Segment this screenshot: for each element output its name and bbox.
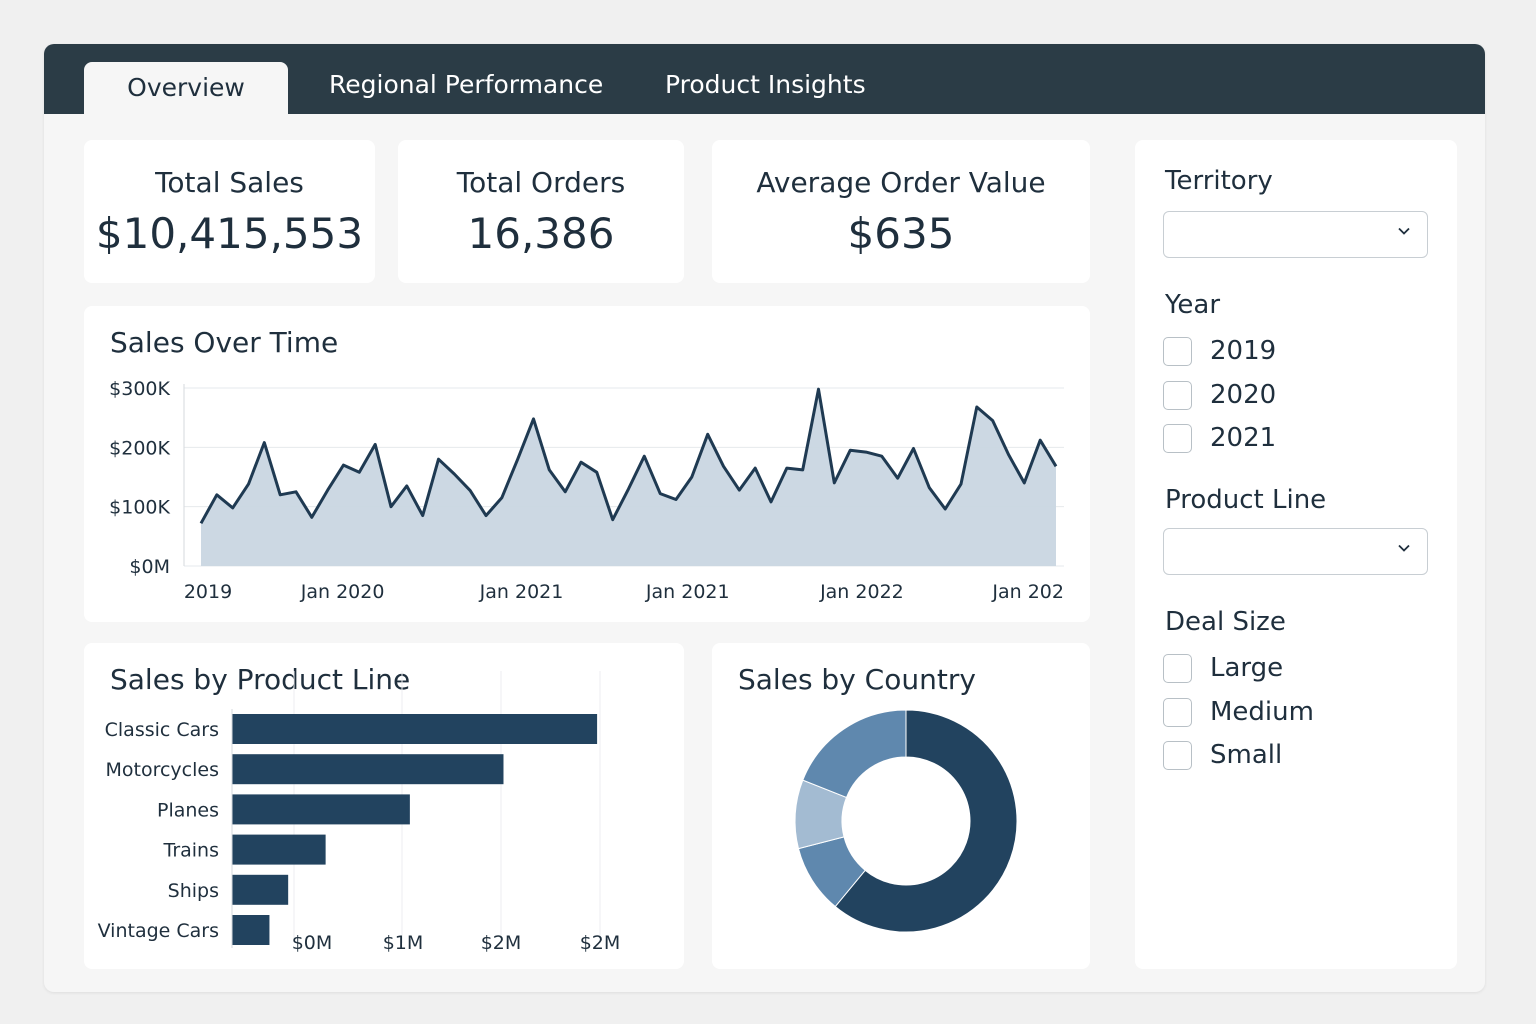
kpi-label: Average Order Value	[756, 166, 1046, 199]
bar	[232, 834, 326, 865]
checkbox-label: Large	[1210, 653, 1284, 683]
checkbox-label: Small	[1210, 740, 1283, 770]
x-tick-label: Jan 2022	[819, 581, 904, 603]
checkbox[interactable]	[1163, 423, 1192, 453]
tab-regional-performance[interactable]: Regional Performance	[329, 70, 603, 99]
sales-over-time-chart: $0M $100K $200K $300K 2019 Jan 2020 Jan 2021 Ja…	[109, 378, 1064, 603]
sales-by-product-line-chart: Classic Cars Motorcycles Planes Trains Ships…	[98, 671, 621, 954]
y-tick-label: $100K	[109, 497, 170, 519]
territory-label: Territory	[1165, 166, 1273, 196]
checkbox-label: 2021	[1210, 423, 1277, 453]
kpi-value: $10,415,553	[95, 209, 364, 258]
bar-category-label: Ships	[168, 880, 219, 902]
bar-category-label: Vintage Cars	[98, 920, 219, 942]
filters-panel: Territory Year 2019 2020 2021 Product Li…	[1135, 140, 1457, 969]
y-tick-label: $300K	[109, 378, 170, 400]
kpi-label: Total Sales	[155, 166, 304, 199]
x-tick-label: $2M	[580, 932, 621, 954]
tab-bar: Overview Regional Performance Product In…	[44, 44, 1485, 114]
checkbox[interactable]	[1163, 653, 1192, 683]
kpi-value: $635	[847, 209, 955, 258]
x-tick-label: $2M	[481, 932, 522, 954]
x-tick-label: $1M	[383, 932, 424, 954]
sales-by-country-chart	[794, 709, 1018, 933]
x-tick-label: Jan 2020	[300, 581, 385, 603]
kpi-card-total-orders: Total Orders 16,386	[398, 140, 684, 283]
checkbox-label: 2020	[1210, 380, 1277, 410]
year-option-2019[interactable]: 2019	[1163, 336, 1276, 366]
x-tick-label: Jan 2021	[479, 581, 564, 603]
checkbox[interactable]	[1163, 697, 1192, 727]
territory-dropdown[interactable]	[1163, 211, 1428, 258]
x-tick-label: $0M	[292, 932, 333, 954]
bar-category-label: Motorcycles	[106, 759, 220, 781]
bar-category-label: Planes	[157, 799, 219, 821]
dashboard-window: Overview Regional Performance Product In…	[44, 44, 1485, 992]
x-tick-label: Jan 2021	[645, 581, 730, 603]
sales-by-country-card: Sales by Country	[712, 643, 1090, 969]
sales-over-time-card: Sales Over Time $0M $100K $200K $300K 2019 Ja…	[84, 306, 1090, 622]
chevron-down-icon	[1398, 227, 1410, 235]
checkbox-label: Medium	[1210, 697, 1314, 727]
x-tick-label: 2019	[184, 581, 232, 603]
deal-size-option-small[interactable]: Small	[1163, 740, 1282, 770]
tab-product-insights[interactable]: Product Insights	[665, 70, 866, 99]
sales-by-product-line-card: Sales by Product Line Classic Cars Motorc…	[84, 643, 684, 969]
bar	[232, 794, 410, 825]
series-area	[201, 389, 1056, 566]
kpi-card-total-sales: Total Sales $10,415,553	[84, 140, 375, 283]
deal-size-label: Deal Size	[1165, 607, 1286, 637]
checkbox[interactable]	[1163, 740, 1192, 770]
donut-slice	[802, 709, 907, 799]
x-tick-label: Jan 202	[991, 581, 1064, 603]
product-line-dropdown[interactable]	[1163, 528, 1428, 575]
year-option-2020[interactable]: 2020	[1163, 380, 1276, 410]
bar	[232, 915, 270, 945]
chevron-down-icon	[1398, 544, 1410, 552]
bar	[232, 874, 289, 905]
tab-overview[interactable]: Overview	[84, 62, 288, 114]
deal-size-option-medium[interactable]: Medium	[1163, 697, 1314, 727]
checkbox-label: 2019	[1210, 336, 1277, 366]
year-label: Year	[1165, 290, 1221, 320]
checkbox[interactable]	[1163, 380, 1192, 410]
kpi-value: 16,386	[467, 209, 615, 258]
bar-category-label: Classic Cars	[105, 719, 219, 741]
bar	[232, 754, 504, 785]
y-tick-label: $0M	[129, 556, 170, 578]
deal-size-option-large[interactable]: Large	[1163, 653, 1283, 683]
year-option-2021[interactable]: 2021	[1163, 423, 1276, 453]
bar-category-label: Trains	[163, 840, 220, 862]
bar	[232, 714, 598, 744]
checkbox[interactable]	[1163, 336, 1192, 366]
kpi-label: Total Orders	[456, 166, 626, 199]
kpi-card-average-order-value: Average Order Value $635	[712, 140, 1090, 283]
y-tick-label: $200K	[109, 437, 170, 459]
product-line-label: Product Line	[1165, 485, 1327, 515]
